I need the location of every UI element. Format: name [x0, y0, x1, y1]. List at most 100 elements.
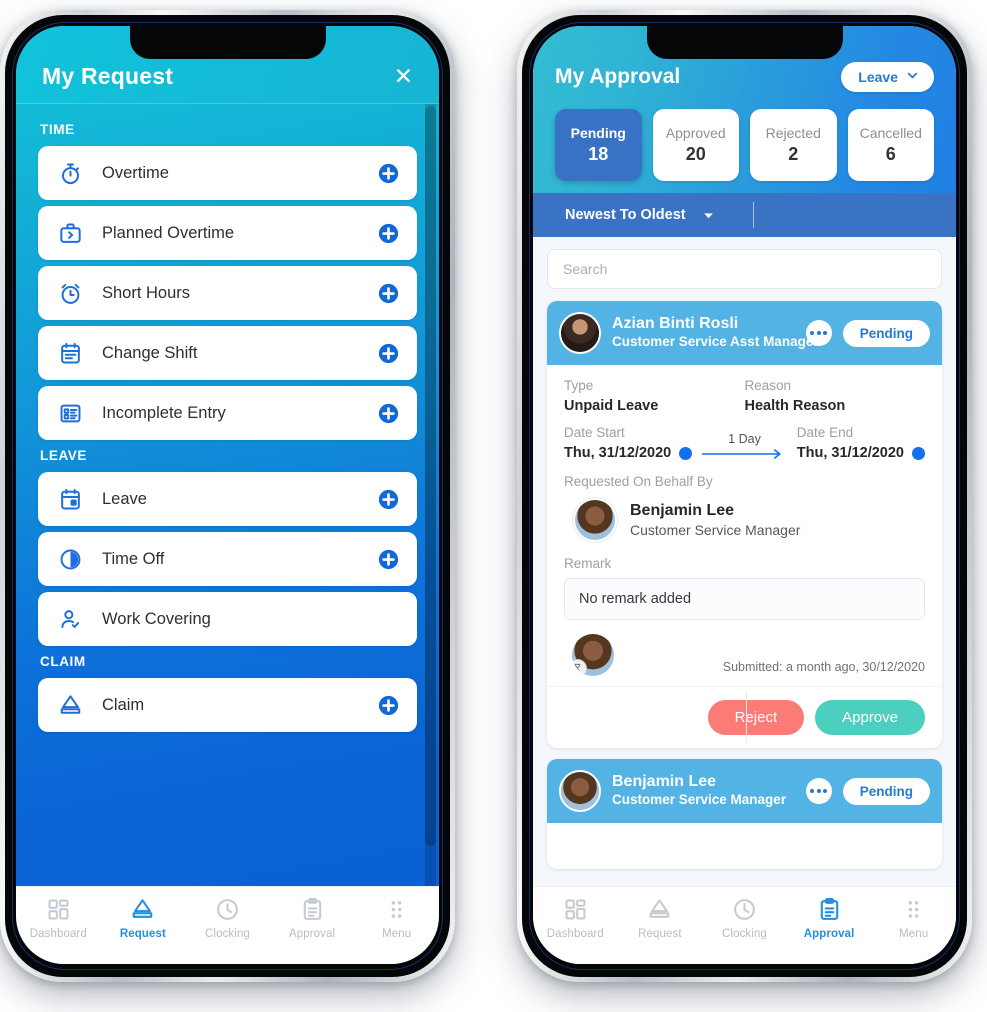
- leave-filter-dropdown[interactable]: Leave: [841, 62, 934, 92]
- request-item-label: Leave: [102, 489, 147, 508]
- nav-item-dashboard[interactable]: Dashboard: [533, 897, 618, 940]
- add-icon[interactable]: [378, 223, 399, 244]
- nav-item-request[interactable]: Request: [101, 897, 186, 940]
- nav-item-menu[interactable]: Menu: [871, 897, 956, 940]
- behalf-role: Customer Service Manager: [630, 521, 801, 538]
- nav-label: Menu: [899, 928, 929, 940]
- grid-icon: [46, 897, 71, 922]
- request-item-planned-overtime[interactable]: Planned Overtime: [38, 206, 417, 260]
- request-item-leave[interactable]: Leave: [38, 472, 417, 526]
- date-end-label: Date End: [796, 425, 854, 440]
- screen-my-request: My Request ✕ TIME Overtime Planned Overt…: [16, 26, 439, 964]
- stopwatch-icon: [54, 157, 86, 189]
- claim-tray-icon: [54, 689, 86, 721]
- nav-label: Approval: [288, 928, 336, 940]
- page-title: My Approval: [555, 65, 681, 88]
- search-input[interactable]: [563, 261, 926, 277]
- sort-label: Newest To Oldest: [565, 207, 686, 223]
- requester-name: Azian Binti Rosli: [612, 315, 739, 333]
- behalf-name: Benjamin Lee: [630, 501, 735, 519]
- status-tab-cancelled[interactable]: Cancelled 6: [847, 109, 934, 181]
- remark-value: No remark added: [564, 578, 925, 620]
- status-tab-rejected[interactable]: Rejected 2: [750, 109, 837, 181]
- dots-grid-icon: [901, 897, 926, 922]
- search-box[interactable]: [547, 249, 942, 289]
- request-item-work-covering[interactable]: Work Covering: [38, 592, 417, 646]
- nav-item-menu[interactable]: Menu: [354, 897, 439, 940]
- dots-grid-icon: [384, 897, 409, 922]
- behalf-person: Benjamin Lee Customer Service Manager: [564, 498, 925, 542]
- nav-item-approval[interactable]: Approval: [787, 897, 872, 940]
- add-icon[interactable]: [378, 163, 399, 184]
- nav-item-request[interactable]: Request: [618, 897, 703, 940]
- bottom-nav: Dashboard Request Clocking Approval Menu: [533, 886, 956, 964]
- screenshot-stage: My Request ✕ TIME Overtime Planned Overt…: [0, 0, 987, 1012]
- nav-item-clocking[interactable]: Clocking: [702, 897, 787, 940]
- phone-device-left: My Request ✕ TIME Overtime Planned Overt…: [0, 10, 455, 982]
- nav-label: Request: [119, 928, 166, 940]
- add-icon[interactable]: [378, 343, 399, 364]
- request-item-incomplete-entry[interactable]: Incomplete Entry: [38, 386, 417, 440]
- close-icon[interactable]: ✕: [394, 65, 413, 90]
- nav-item-dashboard[interactable]: Dashboard: [16, 897, 101, 940]
- status-tab-label: Approved: [665, 125, 726, 141]
- sort-bar[interactable]: Newest To Oldest: [533, 193, 956, 237]
- caret-down-icon[interactable]: [702, 209, 715, 222]
- calendar-lines-icon: [54, 337, 86, 369]
- approval-actions: Reject Approve: [547, 686, 942, 748]
- status-tab-approved[interactable]: Approved 20: [652, 109, 739, 181]
- my-approval-app: My Approval Leave Pending 18 Approved 20…: [533, 26, 956, 964]
- add-icon[interactable]: [378, 695, 399, 716]
- sort-divider: [752, 202, 754, 228]
- type-label: Type: [564, 378, 594, 393]
- full-day-dot-icon: [912, 446, 925, 460]
- request-item-short-hours[interactable]: Short Hours: [38, 266, 417, 320]
- type-value: Unpaid Leave: [564, 398, 659, 414]
- clipboard-icon: [300, 897, 325, 922]
- claim-tray-icon: [130, 897, 155, 922]
- add-icon[interactable]: [378, 489, 399, 510]
- pending-hourglass-icon: [572, 659, 587, 676]
- reason-label: Reason: [744, 378, 792, 393]
- add-icon[interactable]: [378, 549, 399, 570]
- date-start-label: Date Start: [564, 425, 625, 440]
- approve-button[interactable]: Approve: [815, 700, 925, 735]
- status-badge[interactable]: Pending: [842, 777, 930, 805]
- request-item-label: Overtime: [102, 163, 169, 182]
- screen-my-approval: My Approval Leave Pending 18 Approved 20…: [533, 26, 956, 964]
- requester-role: Customer Service Manager: [612, 792, 787, 808]
- add-icon[interactable]: [378, 283, 399, 304]
- requester-info: Benjamin Lee Customer Service Manager: [612, 772, 801, 809]
- more-dots-icon[interactable]: [805, 320, 832, 346]
- approval-header-top: My Approval Leave: [555, 62, 934, 92]
- request-item-time-off[interactable]: Time Off: [38, 532, 417, 586]
- phone-bezel-right: My Approval Leave Pending 18 Approved 20…: [522, 15, 967, 977]
- section-label-leave: LEAVE: [40, 448, 88, 463]
- request-item-claim[interactable]: Claim: [38, 678, 417, 732]
- request-item-label: Change Shift: [102, 343, 198, 362]
- section-label-time: TIME: [40, 122, 75, 137]
- leave-filter-label: Leave: [858, 69, 898, 85]
- approval-card-body: Type Unpaid Leave Reason Health Reason D…: [547, 365, 942, 686]
- approval-card: Benjamin Lee Customer Service Manager Pe…: [547, 759, 942, 869]
- request-list: TIME Overtime Planned Overtime Short Hou…: [16, 104, 439, 886]
- claim-tray-icon: [647, 897, 672, 922]
- chevron-down-icon: [906, 69, 919, 85]
- my-request-app: My Request ✕ TIME Overtime Planned Overt…: [16, 26, 439, 964]
- section-label-claim: CLAIM: [40, 654, 86, 669]
- more-dots-icon[interactable]: [805, 778, 832, 804]
- status-badge[interactable]: Pending: [842, 319, 930, 347]
- request-item-label: Short Hours: [102, 283, 191, 302]
- nav-item-clocking[interactable]: Clocking: [185, 897, 270, 940]
- submitted-text: Submitted: a month ago, 30/12/2020: [722, 660, 925, 674]
- reject-button[interactable]: Reject: [707, 700, 805, 735]
- nav-item-approval[interactable]: Approval: [270, 897, 355, 940]
- add-icon[interactable]: [378, 403, 399, 424]
- status-tab-label: Rejected: [765, 125, 821, 141]
- request-item-change-shift[interactable]: Change Shift: [38, 326, 417, 380]
- request-item-overtime[interactable]: Overtime: [38, 146, 417, 200]
- approval-card: Azian Binti Rosli Customer Service Asst …: [547, 301, 942, 748]
- alarm-clock-icon: [54, 277, 86, 309]
- status-tab-pending[interactable]: Pending 18: [555, 109, 642, 181]
- scrollbar-thumb[interactable]: [425, 106, 436, 846]
